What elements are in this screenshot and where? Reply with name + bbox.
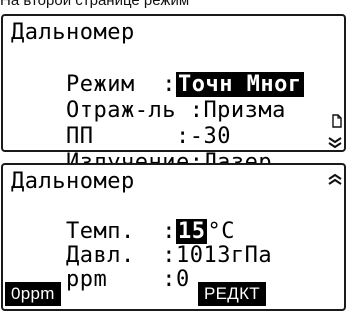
ppm-label: ppm : (65, 267, 176, 292)
scroll-down-icon[interactable] (328, 137, 342, 149)
ppm-value: 0 (175, 267, 190, 292)
scroll-up-icon[interactable] (328, 173, 342, 185)
screen-title: Дальномер (11, 169, 135, 194)
distance-settings-screen-2: Дальномер Темп. :15°C Давл. :1013гПа ppm… (1, 163, 346, 311)
page-caption: На второй странице режим (0, 0, 347, 8)
distance-settings-screen-1: Дальномер Режим :Точн Мног Отраж-ль :При… (1, 14, 346, 175)
page-indicator-icon (332, 114, 342, 128)
edit-softkey[interactable]: РЕДКТ (198, 282, 266, 306)
pressure-value: 1013гПа (175, 243, 273, 268)
screen-title: Дальномер (11, 20, 135, 45)
ppm-row[interactable]: ppm :0 (11, 241, 190, 319)
zero-ppm-softkey[interactable]: 0ppm (5, 282, 61, 306)
